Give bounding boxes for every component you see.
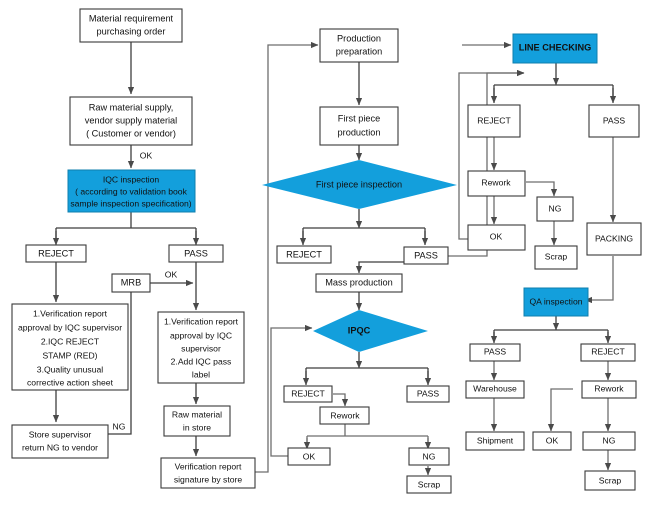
edge-lc-split-bus (493, 84, 614, 101)
node-qa-pass[interactable]: PASS (469, 343, 521, 362)
node-iqc-reject[interactable]: REJECT (25, 244, 87, 263)
node-packing[interactable]: PACKING (586, 222, 642, 256)
node-ipqc-pass[interactable]: PASS (406, 385, 450, 403)
node-lc-ng[interactable]: NG (536, 196, 574, 222)
flowchart-svg: OK OK NG Material requirement purchasing… (11, 8, 642, 494)
node-qa-reject[interactable]: REJECT (580, 343, 636, 362)
node-line-checking[interactable]: LINE CHECKING (512, 33, 598, 64)
node-lc-rework[interactable]: Rework (467, 170, 526, 197)
edge-qarework-to-ok (547, 388, 573, 432)
edge-label-ok-to-pass-actions: OK (165, 269, 178, 279)
edge-qa-split-bus (493, 329, 609, 341)
node-ipqc-scrap[interactable]: Scrap (406, 475, 452, 494)
node-lc-pass[interactable]: PASS (588, 104, 640, 138)
node-shipment[interactable]: Shipment (465, 431, 525, 451)
edge-lcok-back-to-linechecking (458, 69, 525, 240)
node-raw-material-in-store[interactable]: Raw material in store (163, 405, 231, 437)
edge-ipqcreject-to-rework (333, 393, 349, 407)
node-qa-inspection[interactable]: QA inspection (523, 287, 589, 317)
edge-lcrework-to-ng (526, 181, 558, 197)
node-mass-production[interactable]: Mass production (315, 273, 403, 293)
node-warehouse[interactable]: Warehouse (465, 380, 525, 399)
node-qa-ng[interactable]: NG (582, 431, 636, 451)
node-pass-actions[interactable]: 1.Verification report approval by IQC su… (157, 311, 245, 384)
node-qa-scrap[interactable]: Scrap (584, 470, 636, 491)
node-reject-actions[interactable]: 1.Verification report approval by IQC su… (11, 303, 129, 391)
edge-fppass-to-mass (355, 261, 405, 274)
edge-ipqcrework-split-bus (306, 424, 429, 447)
edge-iqc-split-bus (55, 212, 197, 243)
node-iqc-inspection[interactable]: IQC inspection ( according to validation… (67, 169, 196, 213)
edge-packing-to-qa (584, 256, 614, 304)
node-material-requirement[interactable]: Material requirement purchasing order (79, 8, 183, 43)
node-iqc-pass[interactable]: PASS (168, 244, 224, 263)
node-lc-reject[interactable]: REJECT (467, 104, 521, 138)
node-ipqc[interactable]: IPQC (313, 310, 428, 352)
edge-label-ok-to-iqc: OK (140, 150, 153, 160)
flowchart-canvas: OK OK NG Material requirement purchasing… (0, 0, 660, 508)
node-ipqc-ok[interactable]: OK (287, 447, 331, 466)
edge-label-ng-to-store: NG (113, 421, 126, 431)
node-mrb[interactable]: MRB (111, 273, 151, 293)
node-raw-material-supply[interactable]: Raw material supply, vendor supply mater… (69, 96, 193, 146)
node-verification-signature[interactable]: Verification report signature by store (160, 457, 256, 489)
node-first-piece-inspection[interactable]: First piece inspection (262, 160, 457, 209)
node-first-piece-production[interactable]: First piece production (319, 106, 399, 146)
node-fp-pass[interactable]: PASS (403, 246, 449, 265)
node-ipqc-rework[interactable]: Rework (319, 406, 370, 425)
edge-fp-split-bus (302, 227, 426, 243)
edge-ipqc-split-bus (305, 367, 429, 383)
node-qa-rework[interactable]: Rework (581, 380, 637, 399)
node-lc-scrap[interactable]: Scrap (534, 245, 578, 270)
node-production-preparation[interactable]: Production preparation (319, 28, 399, 63)
node-ipqc-reject[interactable]: REJECT (283, 385, 333, 403)
node-ipqc-ng[interactable]: NG (408, 447, 450, 466)
node-fp-reject[interactable]: REJECT (276, 245, 332, 264)
node-lc-ok[interactable]: OK (467, 224, 526, 251)
node-qa-ok[interactable]: OK (532, 431, 572, 451)
node-store-supervisor[interactable]: Store supervisor return NG to vendor (11, 424, 109, 459)
